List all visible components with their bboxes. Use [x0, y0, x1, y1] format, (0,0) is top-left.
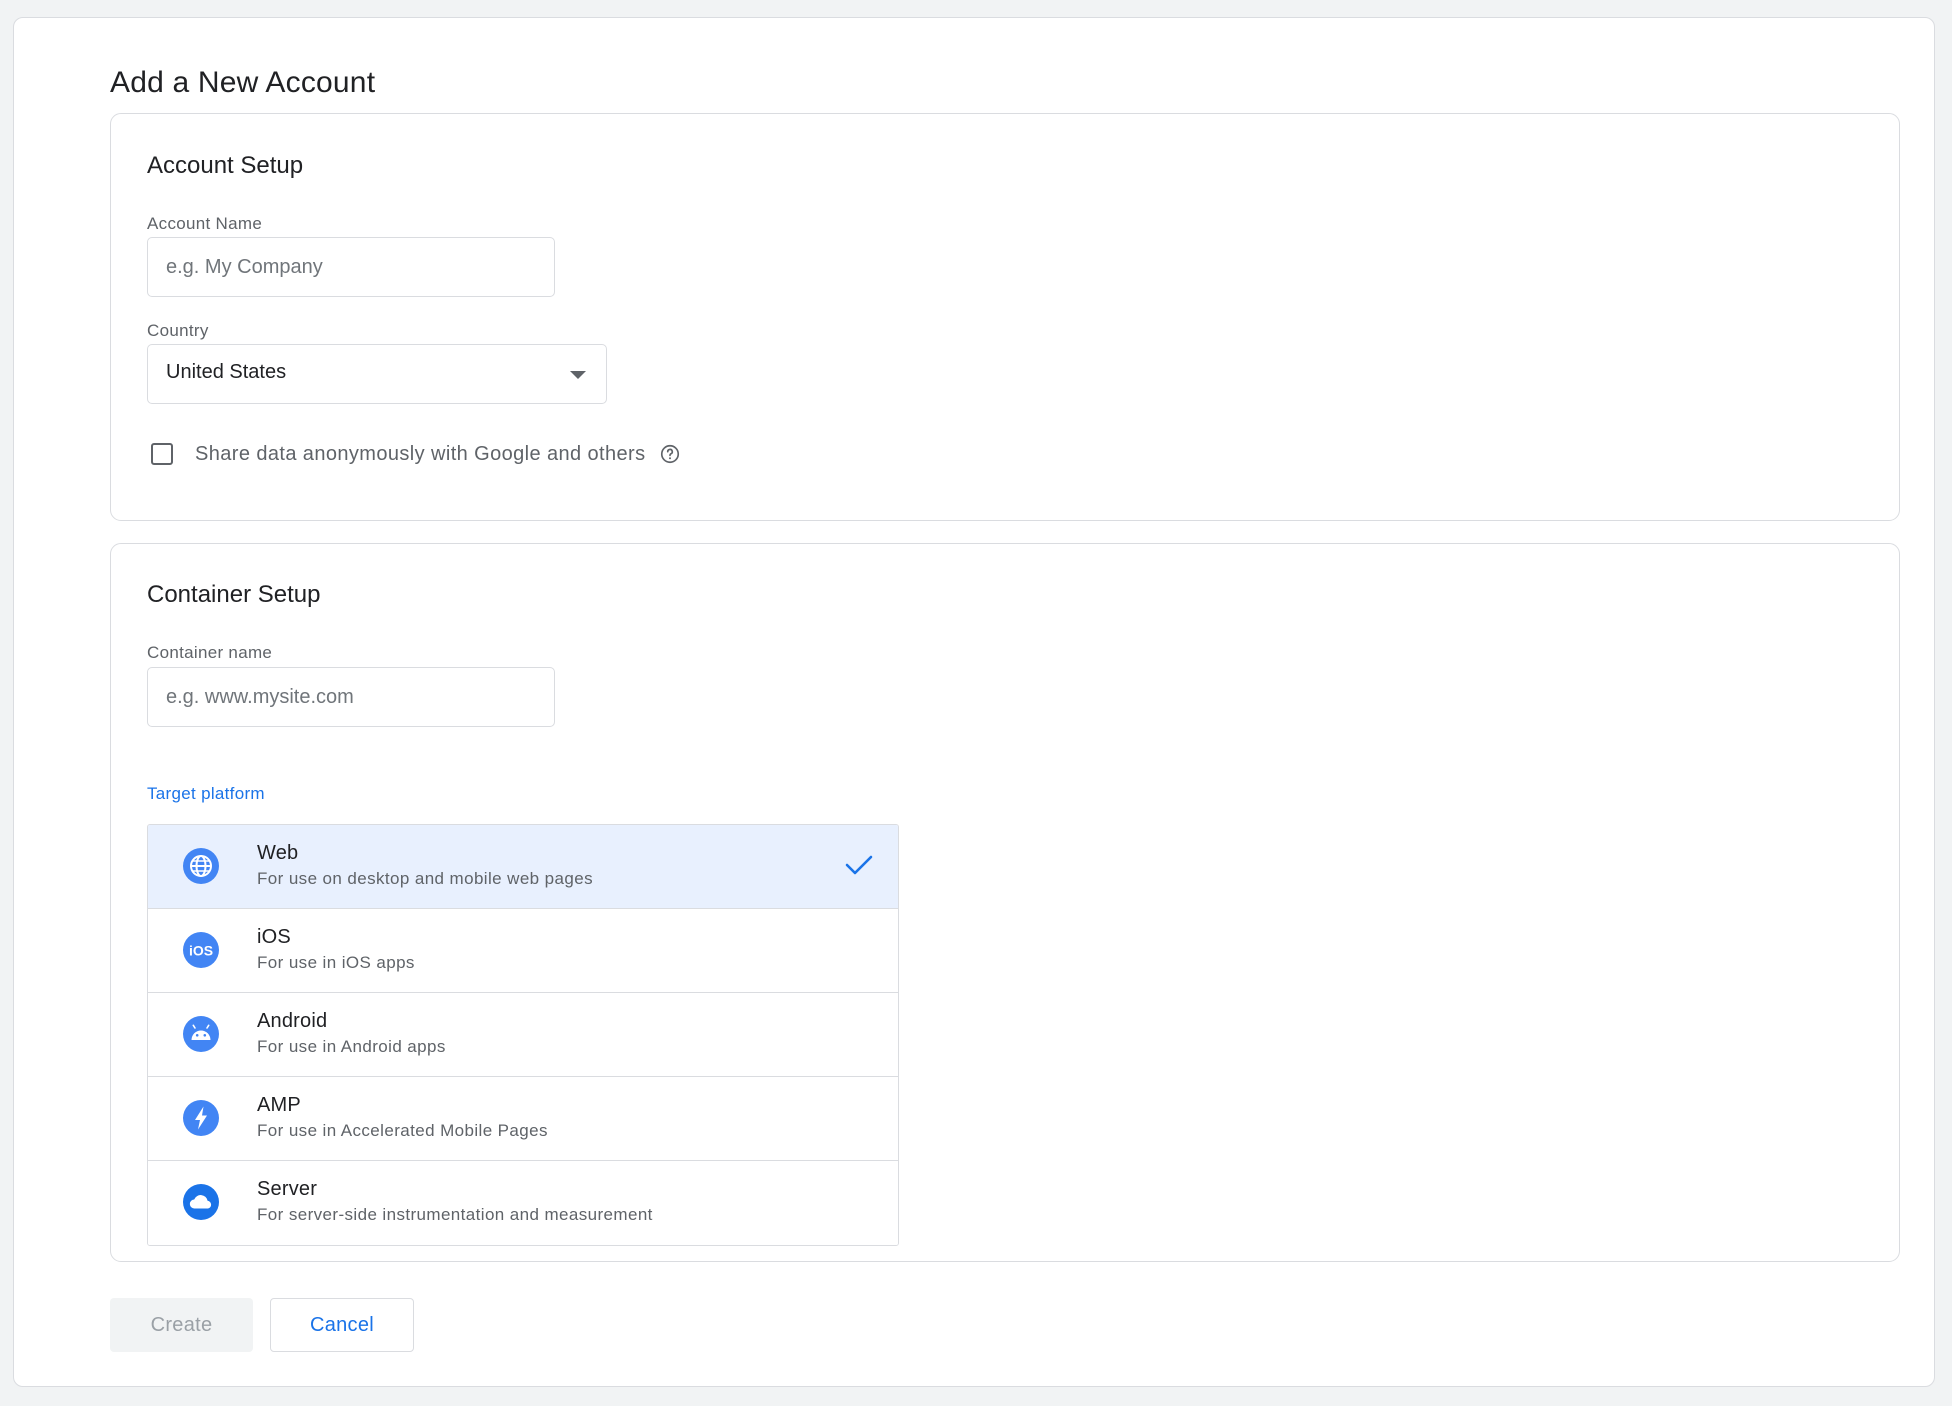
platform-option-amp[interactable]: AMP For use in Accelerated Mobile Pages	[148, 1077, 898, 1161]
platform-name: Android	[257, 1010, 328, 1032]
container-name-input[interactable]	[147, 667, 555, 727]
country-select[interactable]: United States	[147, 344, 607, 404]
account-name-label: Account Name	[147, 214, 263, 233]
help-circle-icon[interactable]	[659, 443, 681, 465]
platform-name: iOS	[257, 926, 291, 948]
checkmark-icon	[844, 853, 874, 882]
platform-description: For use in Accelerated Mobile Pages	[257, 1121, 548, 1140]
platform-option-web[interactable]: Web For use on desktop and mobile web pa…	[148, 825, 898, 909]
share-data-checkbox[interactable]	[151, 443, 173, 465]
svg-text:iOS: iOS	[189, 943, 213, 959]
platform-option-ios[interactable]: iOS iOS For use in iOS apps	[148, 909, 898, 993]
container-setup-section: Container Setup Container name Target pl…	[110, 543, 1900, 1262]
cloud-icon	[183, 1184, 219, 1220]
ios-icon: iOS	[183, 932, 219, 968]
globe-icon	[183, 848, 219, 884]
account-name-input[interactable]	[147, 237, 555, 297]
share-data-row[interactable]: Share data anonymously with Google and o…	[151, 439, 681, 469]
country-selected-value: United States	[166, 361, 287, 383]
create-button[interactable]: Create	[110, 1298, 253, 1352]
country-label: Country	[147, 321, 209, 340]
platform-list: Web For use on desktop and mobile web pa…	[147, 824, 899, 1246]
page-title: Add a New Account	[110, 66, 376, 99]
platform-name: AMP	[257, 1094, 301, 1116]
account-setup-title: Account Setup	[147, 152, 304, 179]
cancel-button[interactable]: Cancel	[270, 1298, 414, 1352]
platform-option-server[interactable]: Server For server-side instrumentation a…	[148, 1161, 898, 1245]
platform-option-android[interactable]: Android For use in Android apps	[148, 993, 898, 1077]
account-setup-section: Account Setup Account Name Country Unite…	[110, 113, 1900, 521]
lightning-icon	[183, 1100, 219, 1136]
container-name-label: Container name	[147, 643, 273, 662]
target-platform-label: Target platform	[147, 784, 265, 803]
container-setup-title: Container Setup	[147, 581, 321, 608]
platform-name: Server	[257, 1178, 318, 1200]
dropdown-arrow-icon	[570, 371, 586, 379]
platform-description: For use in iOS apps	[257, 953, 415, 972]
platform-description: For use in Android apps	[257, 1037, 446, 1056]
platform-name: Web	[257, 842, 299, 864]
android-icon	[183, 1016, 219, 1052]
share-data-label[interactable]: Share data anonymously with Google and o…	[195, 443, 646, 466]
platform-description: For use on desktop and mobile web pages	[257, 869, 593, 888]
platform-description: For server-side instrumentation and meas…	[257, 1205, 653, 1224]
page-card: Add a New Account Account Setup Account …	[13, 17, 1935, 1387]
